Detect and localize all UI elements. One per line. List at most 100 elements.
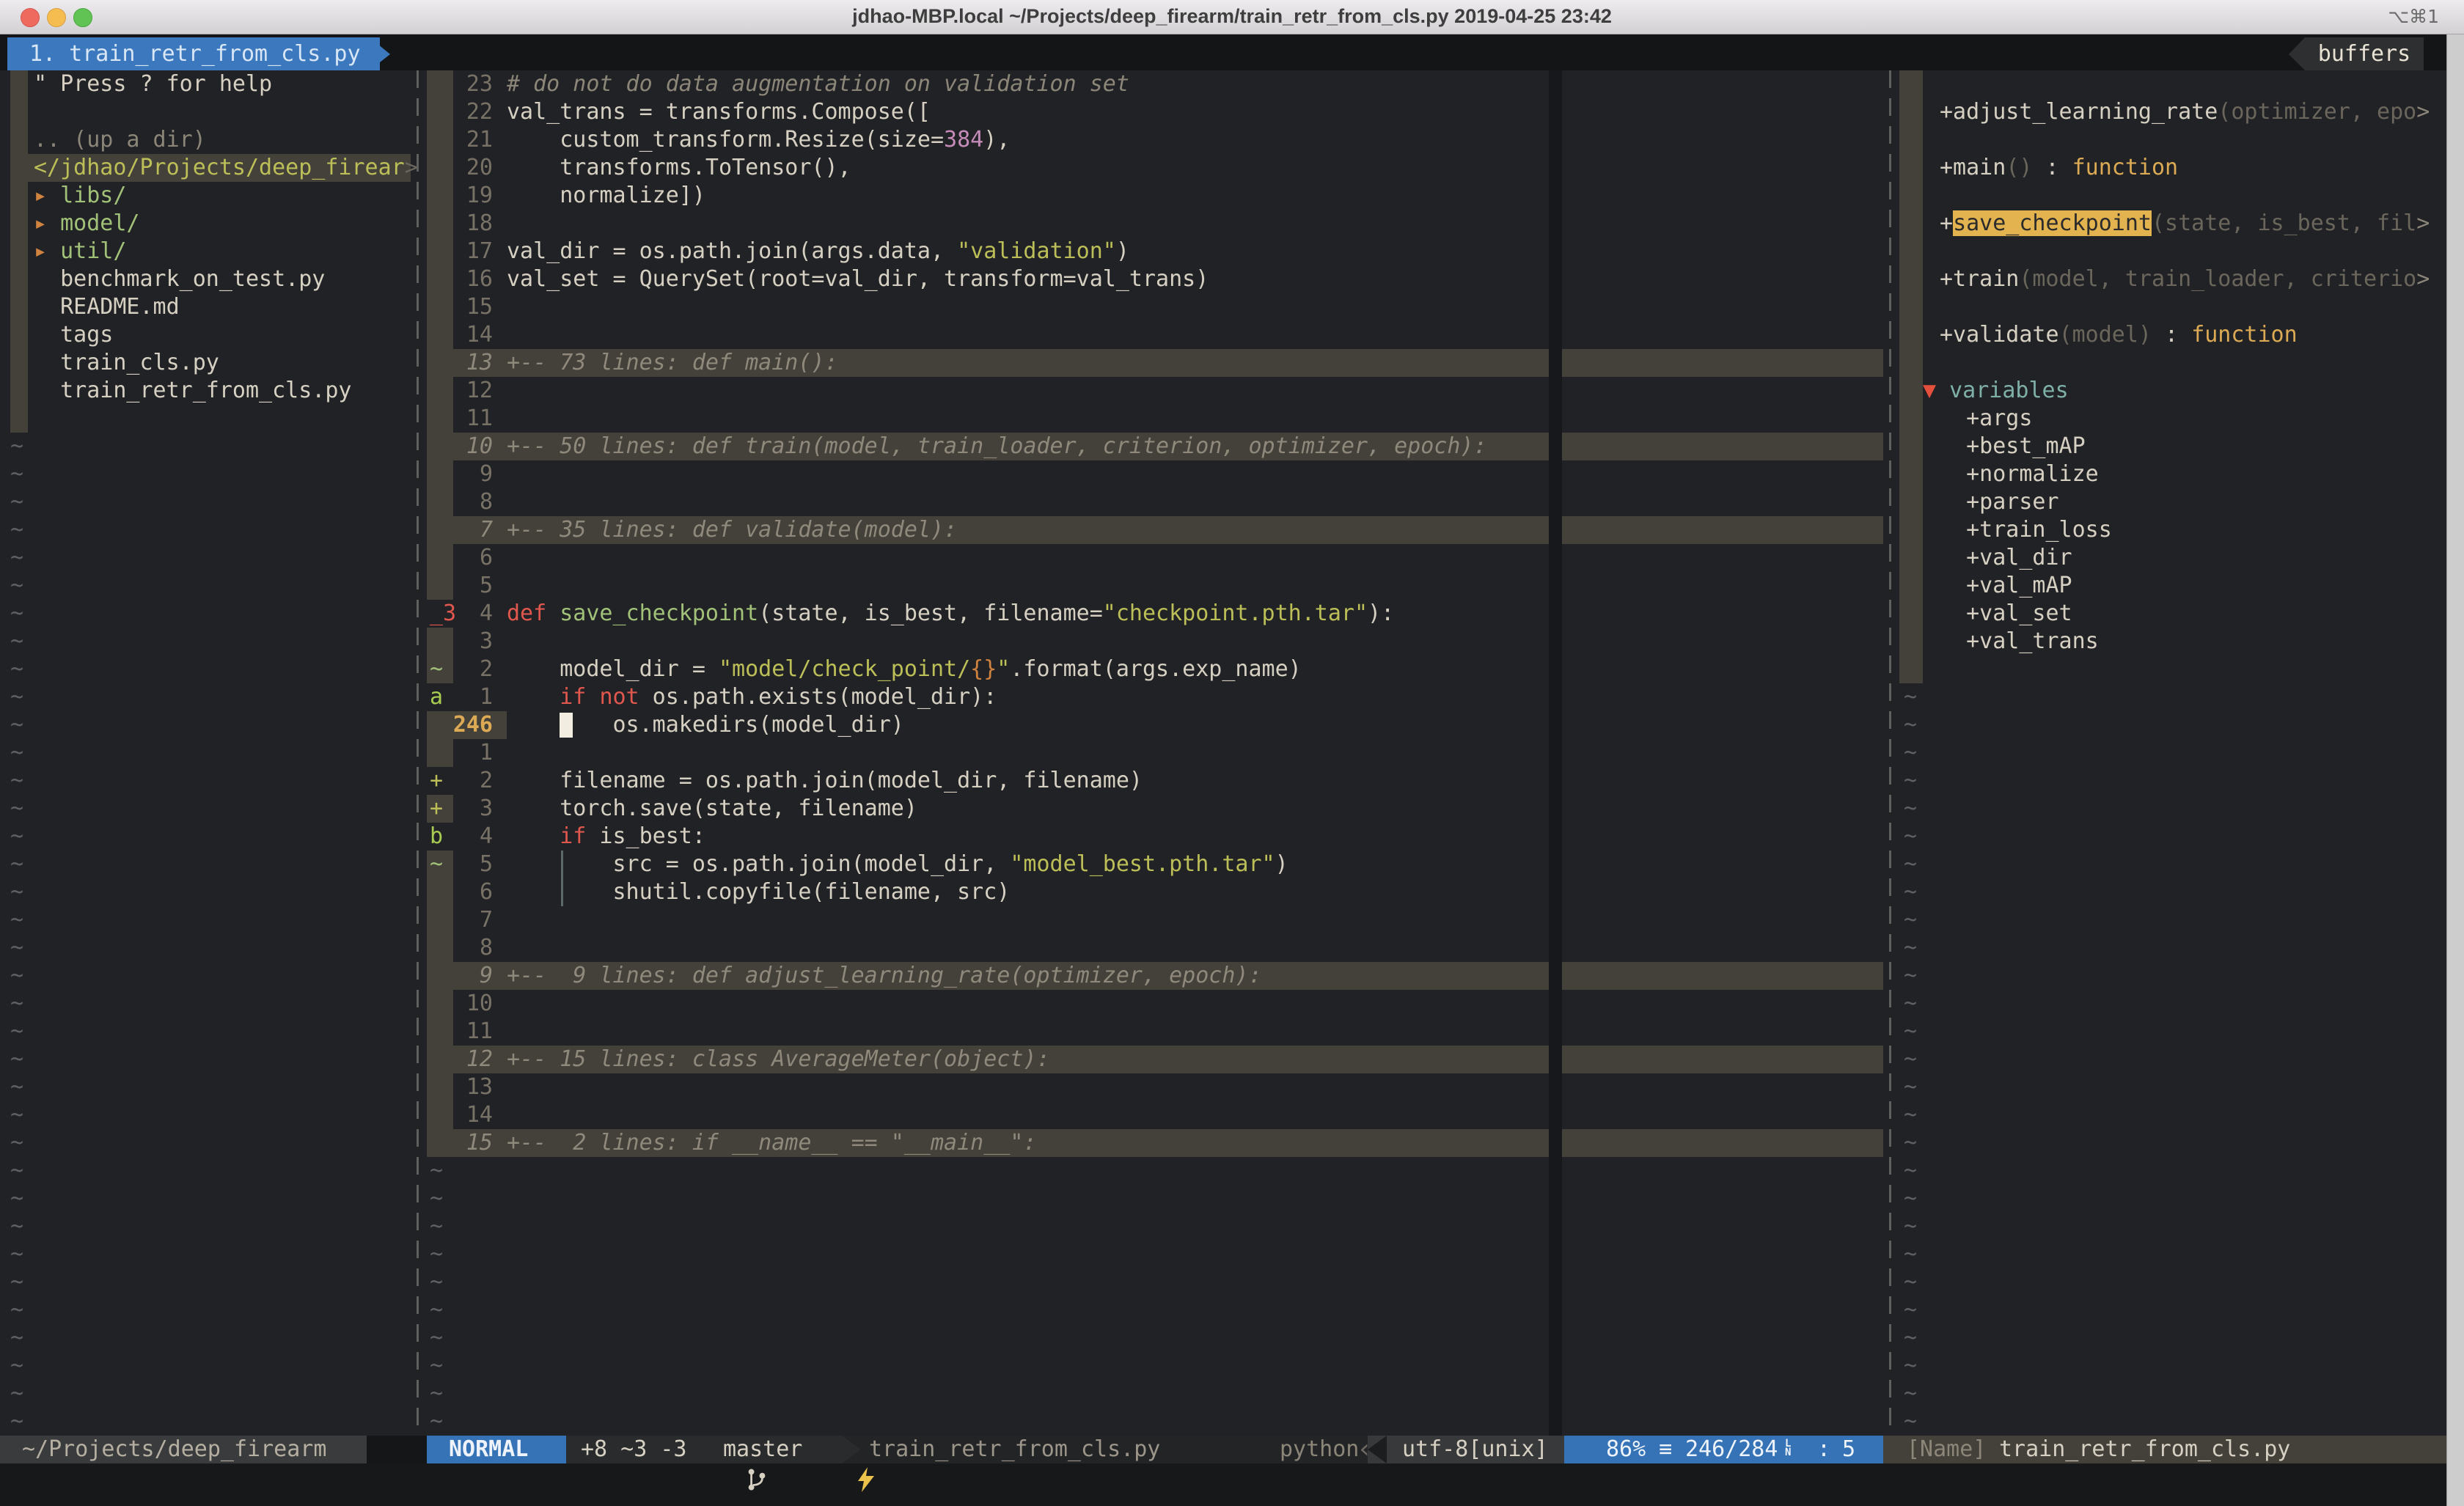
tag-main[interactable]: +main() : function [1940, 154, 2178, 182]
code-text: val_dir = os.path.join(args.data, "valid… [507, 238, 1129, 265]
code-text: custom_transform.Resize(size=384), [507, 126, 1010, 154]
nerdtree-empty-line-tilde: ~ [10, 906, 23, 934]
code-line-9[interactable]: 9+-- 9 lines: def adjust_learning_rate(o… [0, 962, 1883, 990]
text-segment: val_dir = os.path.join(args.data, [507, 238, 957, 264]
code-line-246[interactable]: 246 os.makedirs(model_dir) [0, 711, 1883, 739]
tag-var-normalize[interactable]: +normalize [1940, 460, 2099, 488]
text-segment: > [2416, 99, 2430, 125]
tabline: 1. train_retr_from_cls.py buffers [0, 34, 2464, 70]
code-line-4[interactable]: b4 if is_best: [0, 823, 1883, 851]
buffers-label[interactable]: buffers [2305, 37, 2424, 70]
code-line-17[interactable]: 17val_dir = os.path.join(args.data, "val… [0, 238, 1883, 265]
code-line-15[interactable]: 15+-- 2 lines: if __name__ == "__main__"… [0, 1129, 1883, 1157]
text-segment: "validation" [957, 238, 1116, 264]
tagbar-empty-line-tilde: ~ [1904, 1129, 1917, 1157]
tagbar-empty-line-tilde: ~ [1904, 1073, 1917, 1101]
tag-var-val-set[interactable]: +val_set [1940, 600, 2072, 628]
nerdtree-empty-line-tilde: ~ [10, 767, 23, 795]
text-segment: () [2006, 155, 2032, 180]
line-number: 8 [440, 488, 493, 516]
line-number: 1 [440, 739, 493, 767]
tag-validate[interactable]: +validate(model) : function [1940, 321, 2298, 349]
text-segment: +val_set [1940, 600, 2072, 626]
code-line-6[interactable]: 6 shutil.copyfile(filename, src) [0, 878, 1883, 906]
code-line-14[interactable]: 14 [0, 321, 1883, 349]
nerdtree-empty-line-tilde: ~ [10, 1129, 23, 1157]
code-line-13[interactable]: 13+-- 73 lines: def main(): [0, 349, 1883, 377]
code-line-6[interactable]: 6 [0, 544, 1883, 572]
tag-var-best-mAP[interactable]: +best_mAP [1940, 433, 2086, 460]
code-line-20[interactable]: 20 transforms.ToTensor(), [0, 154, 1883, 182]
tag-var-train-loss[interactable]: +train_loss [1940, 516, 2112, 544]
powerline-triangle [1564, 1436, 1583, 1463]
code-line-2[interactable]: ~2 model_dir = "model/check_point/{}".fo… [0, 655, 1883, 683]
text-segment: # do not do data augmentation on validat… [507, 71, 1129, 97]
tagbar-empty-line-tilde: ~ [1904, 934, 1917, 962]
editor-empty-line-tilde: ~ [430, 1268, 443, 1296]
command-line[interactable] [0, 1463, 2464, 1506]
code-line-21[interactable]: 21 custom_transform.Resize(size=384), [0, 126, 1883, 154]
code-line-1[interactable]: 1 [0, 739, 1883, 767]
text-segment [507, 823, 560, 849]
lightning-icon [804, 1437, 876, 1465]
code-line-11[interactable]: 11 [0, 1018, 1883, 1046]
text-segment: custom_transform.Resize(size= [507, 127, 944, 153]
tag-kind-variables[interactable]: ▼ variables [1923, 377, 2069, 405]
code-line-12[interactable]: 12+-- 15 lines: class AverageMeter(objec… [0, 1046, 1883, 1073]
code-line-5[interactable]: ~5 src = os.path.join(model_dir, "model_… [0, 851, 1883, 878]
code-line-8[interactable]: 8 [0, 488, 1883, 516]
tag-var-parser[interactable]: +parser [1940, 488, 2059, 516]
code-line-5[interactable]: 5 [0, 572, 1883, 600]
tag-var-val-dir[interactable]: +val_dir [1940, 544, 2072, 572]
code-line-4[interactable]: _34def save_checkpoint(state, is_best, f… [0, 600, 1883, 628]
tag-save-checkpoint[interactable]: +save_checkpoint(state, is_best, fil> [1940, 210, 2430, 238]
code-text: val_trans = transforms.Compose([ [507, 98, 931, 126]
code-line-14[interactable]: 14 [0, 1101, 1883, 1129]
tag-var-args[interactable]: +args [1940, 405, 2032, 433]
indent-guide [561, 878, 563, 906]
text-segment: +val_dir [1940, 545, 2072, 570]
tagbar-empty-line-tilde: ~ [1904, 962, 1917, 990]
code-line-9[interactable]: 9 [0, 460, 1883, 488]
code-line-1[interactable]: a1 if not os.path.exists(model_dir): [0, 683, 1883, 711]
code-line-13[interactable]: 13 [0, 1073, 1883, 1101]
tagbar-separator[interactable] [1889, 70, 1891, 1436]
code-line-3[interactable]: +3 torch.save(state, filename) [0, 795, 1883, 823]
ln-icon: LN [1781, 1436, 1794, 1463]
code-line-10[interactable]: 10 [0, 990, 1883, 1018]
text-segment: is_best: [586, 823, 705, 849]
code-text: +-- 50 lines: def train(model, train_loa… [507, 433, 1487, 460]
tag-var-val-trans[interactable]: +val_trans [1940, 628, 2099, 655]
line-number: 6 [440, 878, 493, 906]
tag-var-val-mAP[interactable]: +val_mAP [1940, 572, 2072, 600]
code-line-18[interactable]: 18 [0, 210, 1883, 238]
code-line-3[interactable]: 3 [0, 628, 1883, 655]
text-segment: +adjust_learning_rate [1940, 99, 2218, 125]
code-line-2[interactable]: +2 filename = os.path.join(model_dir, fi… [0, 767, 1883, 795]
code-line-15[interactable]: 15 [0, 293, 1883, 321]
code-line-19[interactable]: 19 normalize]) [0, 182, 1883, 210]
code-line-11[interactable]: 11 [0, 405, 1883, 433]
code-line-12[interactable]: 12 [0, 377, 1883, 405]
text-segment: (model, train_loader, criterio [2019, 266, 2416, 292]
code-line-16[interactable]: 16val_set = QuerySet(root=val_dir, trans… [0, 265, 1883, 293]
window-scrollbar[interactable] [2446, 34, 2464, 1506]
tag-train[interactable]: +train(model, train_loader, criterio> [1940, 265, 2430, 293]
code-line-8[interactable]: 8 [0, 934, 1883, 962]
tagbar-empty-line-tilde: ~ [1904, 1046, 1917, 1073]
text-segment: (model) [2059, 322, 2152, 348]
col-separator: : [1817, 1436, 1830, 1463]
code-line-22[interactable]: 22val_trans = transforms.Compose([ [0, 98, 1883, 126]
code-line-7[interactable]: 7 [0, 906, 1883, 934]
text-segment: shutil.copyfile(filename, src) [507, 879, 1010, 905]
scroll-percent: 86% [1606, 1436, 1646, 1463]
tagbar-empty-line-tilde: ~ [1904, 1185, 1917, 1213]
editor-empty-line-tilde: ~ [430, 1185, 443, 1213]
text-segment: : [2032, 155, 2072, 180]
tab-train-retr-from-cls[interactable]: 1. train_retr_from_cls.py [7, 37, 380, 70]
tag-adjust-learning-rate[interactable]: +adjust_learning_rate(optimizer, epo> [1940, 98, 2430, 126]
text-segment: os.path.exists(model_dir): [639, 684, 997, 710]
code-line-10[interactable]: 10+-- 50 lines: def train(model, train_l… [0, 433, 1883, 460]
code-line-23[interactable]: 23# do not do data augmentation on valid… [0, 70, 1883, 98]
code-line-7[interactable]: 7+-- 35 lines: def validate(model): [0, 516, 1883, 544]
